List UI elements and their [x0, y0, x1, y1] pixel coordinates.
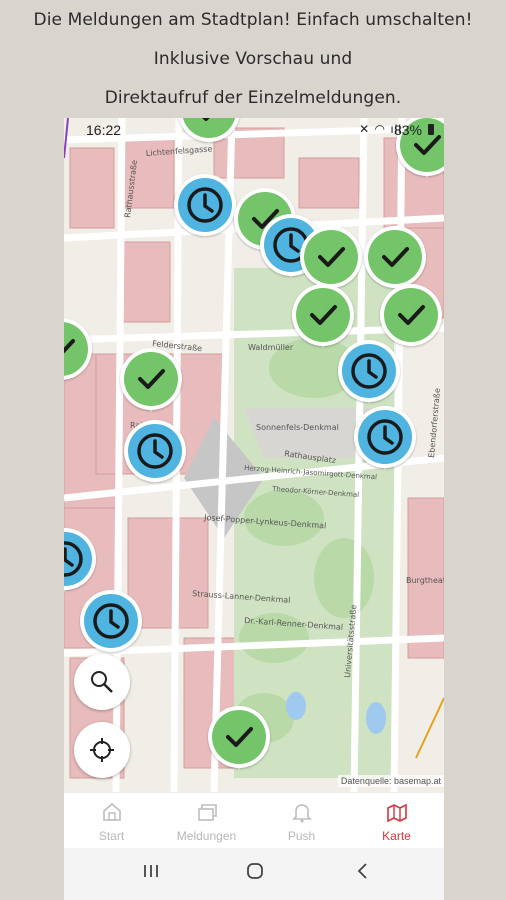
report-pin-done[interactable]: [380, 284, 442, 348]
clock-icon: [351, 353, 387, 389]
clock-icon: [93, 603, 129, 639]
recent-apps-icon[interactable]: [142, 862, 160, 880]
map-search-button[interactable]: [74, 654, 130, 710]
map-attribution: Datenquelle: basemap.at: [337, 775, 444, 787]
tab-start[interactable]: Start: [64, 793, 159, 849]
check-icon: [226, 727, 253, 747]
report-pin-done[interactable]: [120, 348, 182, 412]
report-pin-done[interactable]: [364, 226, 426, 290]
report-pin-done[interactable]: [300, 226, 362, 290]
locate-me-button[interactable]: [74, 722, 130, 778]
report-pin-pending[interactable]: [64, 528, 96, 592]
clock-icon: [64, 541, 83, 577]
report-pin-pending[interactable]: [174, 174, 236, 238]
tab-karte[interactable]: Karte: [349, 793, 444, 849]
android-nav-bar: [64, 848, 444, 900]
place-label: Burgtheater: [406, 576, 444, 585]
home-button-icon[interactable]: [246, 862, 264, 880]
tab-push[interactable]: Push: [254, 793, 349, 849]
report-pin-done[interactable]: [208, 706, 270, 770]
place-label: Sonnenfels-Denkmal: [256, 423, 339, 432]
report-pin-pending[interactable]: [354, 406, 416, 470]
tab-label: Karte: [382, 829, 411, 843]
status-bar: 16:22 ✕ ◠ ıll 83%: [64, 118, 444, 142]
tab-label: Meldungen: [176, 829, 237, 843]
check-icon: [318, 247, 345, 267]
tab-label: Push: [287, 829, 316, 843]
report-pin-done[interactable]: [64, 318, 92, 382]
status-time: 16:22: [86, 122, 122, 138]
cards-icon: [198, 804, 217, 821]
check-icon: [310, 305, 337, 325]
search-icon: [91, 671, 113, 693]
promo-line-3: Direktaufruf der Einzelmeldungen.: [104, 88, 402, 108]
battery-level: 83%: [393, 122, 422, 138]
tab-meldungen[interactable]: Meldungen: [159, 793, 254, 849]
report-pin-done[interactable]: [292, 284, 354, 348]
report-pin-pending[interactable]: [80, 590, 142, 654]
promo-line-2: Inklusive Vorschau und: [153, 49, 353, 69]
home-icon: [103, 802, 121, 821]
back-icon[interactable]: [354, 862, 372, 880]
report-pin-pending[interactable]: [124, 420, 186, 484]
clock-icon: [137, 433, 173, 469]
map-icon: [387, 803, 407, 823]
clock-icon: [187, 187, 223, 223]
check-icon: [398, 305, 425, 325]
check-icon: [382, 247, 409, 267]
clock-icon: [367, 419, 403, 455]
bottom-tab-bar: Start Meldungen Push Karte: [64, 792, 444, 849]
battery-icon: [428, 124, 434, 135]
place-label: Waldmüller: [248, 343, 294, 352]
phone-screen: Lichtenfelsgasse Rathausstraße Felderstr…: [64, 118, 444, 900]
tab-label: Start: [98, 829, 125, 843]
check-icon: [64, 339, 75, 354]
check-icon: [138, 369, 165, 389]
crosshair-icon: [90, 738, 114, 762]
report-pin-pending[interactable]: [338, 340, 400, 404]
bell-icon: [292, 804, 312, 823]
promo-line-1: Die Meldungen am Stadtplan! Einfach umsc…: [33, 10, 473, 30]
